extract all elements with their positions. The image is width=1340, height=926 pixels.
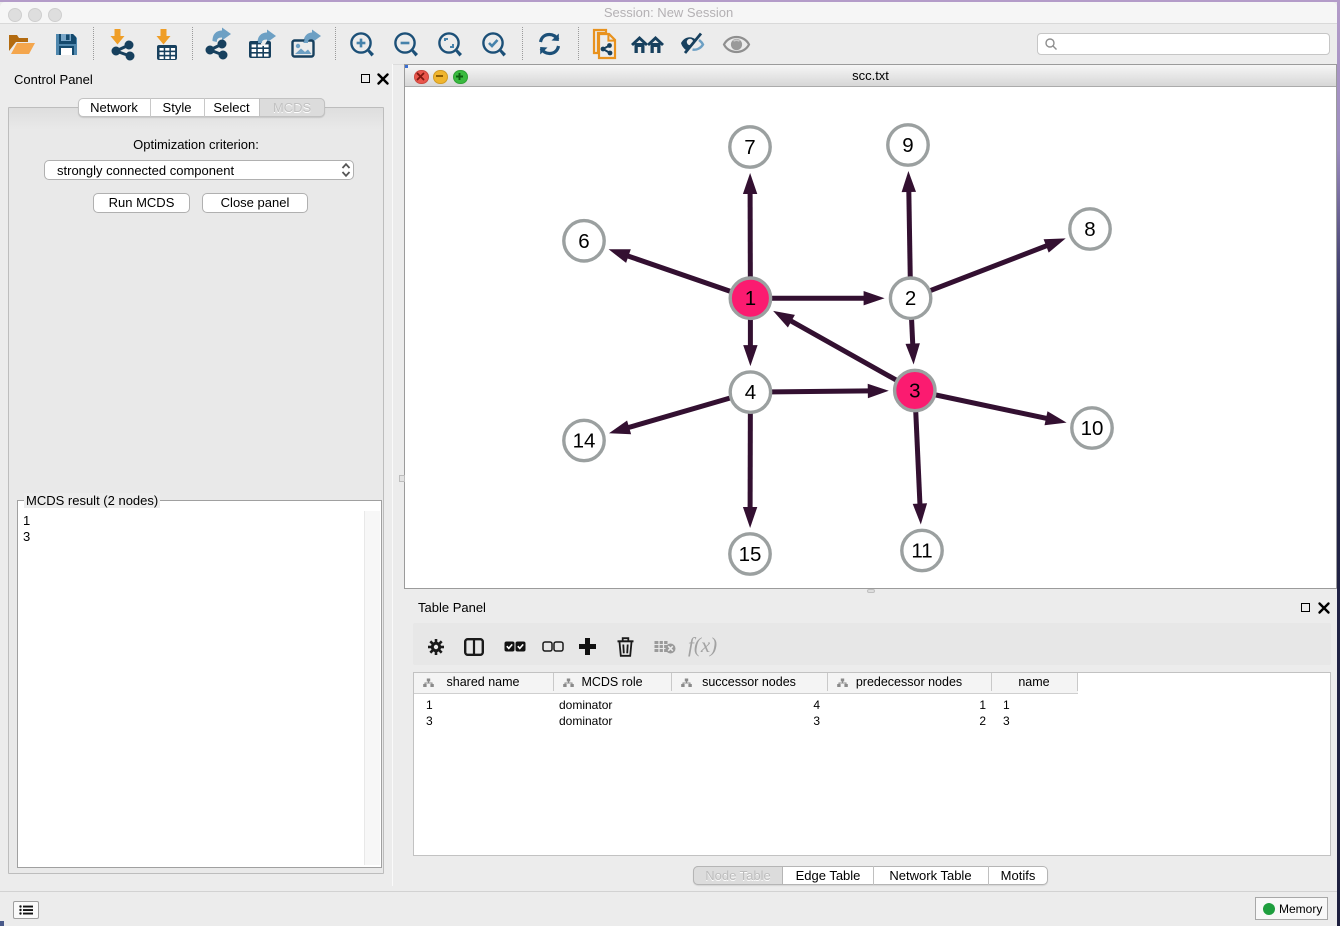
svg-text:3: 3 — [909, 380, 920, 403]
svg-text:1: 1 — [745, 287, 756, 310]
svg-text:8: 8 — [1084, 218, 1095, 241]
svg-text:7: 7 — [744, 136, 755, 159]
svg-text:11: 11 — [911, 540, 932, 563]
svg-text:2: 2 — [905, 287, 916, 310]
svg-text:4: 4 — [745, 381, 756, 404]
svg-text:14: 14 — [573, 430, 596, 453]
svg-text:6: 6 — [578, 230, 589, 253]
svg-text:9: 9 — [902, 134, 913, 157]
svg-text:15: 15 — [739, 543, 762, 566]
svg-text:10: 10 — [1081, 417, 1104, 440]
